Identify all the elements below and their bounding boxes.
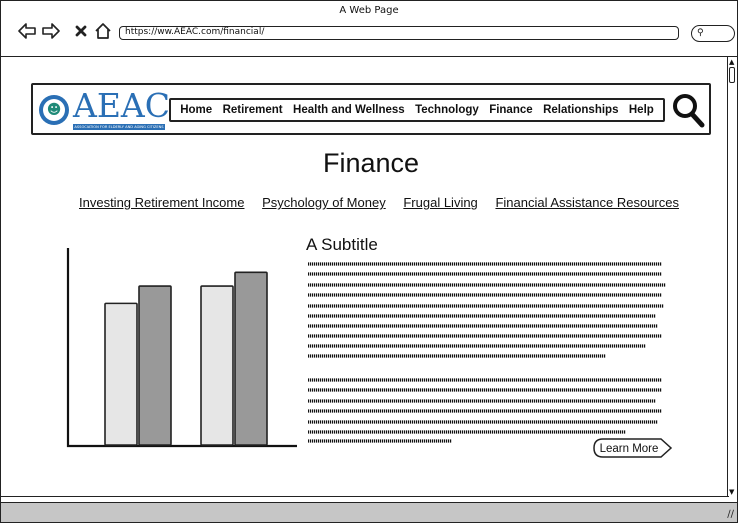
status-bar: ∕∕ xyxy=(1,502,737,522)
page-title: Finance xyxy=(322,148,420,178)
browser-window: A Web Page https://ww.AEAC.com/financial… xyxy=(0,0,738,523)
link-financial-assistance-resources[interactable]: Financial Assistance Resources xyxy=(495,195,679,215)
browser-toolbar: https://ww.AEAC.com/financial/ ⚲ xyxy=(1,19,737,49)
resize-grip-icon[interactable]: ∕∕ xyxy=(727,509,734,520)
site-header: ☻ AEAC ASSOCIATION FOR ELDERLY AND AGING… xyxy=(31,83,711,135)
paragraph-placeholder-1 xyxy=(308,262,666,358)
scroll-up-arrow-icon[interactable]: ▲ xyxy=(729,58,734,66)
nav-item-retirement[interactable]: Retirement xyxy=(223,104,283,116)
link-investing-retirement-income[interactable]: Investing Retirement Income xyxy=(79,195,244,215)
toolbar-divider xyxy=(1,56,737,57)
content-bottom-divider xyxy=(1,496,729,497)
logo-tagline: ASSOCIATION FOR ELDERLY AND AGING CITIZE… xyxy=(73,124,165,130)
bar-chart xyxy=(66,248,297,448)
vertical-scrollbar[interactable]: ▲ ▼ xyxy=(727,57,737,497)
scrollbar-thumb[interactable] xyxy=(729,67,735,83)
chart-bar xyxy=(104,302,138,446)
finance-subnav: Investing Retirement Income Psychology o… xyxy=(79,195,679,215)
browser-search-field[interactable]: ⚲ xyxy=(691,25,735,42)
close-icon[interactable] xyxy=(71,21,91,41)
chart-bar xyxy=(234,271,268,446)
nav-item-home[interactable]: Home xyxy=(180,104,212,116)
back-arrow-icon[interactable] xyxy=(17,21,37,41)
nav-item-health-and-wellness[interactable]: Health and Wellness xyxy=(293,104,405,116)
scroll-down-arrow-icon[interactable]: ▼ xyxy=(729,488,734,496)
window-title: A Web Page xyxy=(339,5,399,16)
forward-arrow-icon[interactable] xyxy=(41,21,61,41)
nav-item-relationships[interactable]: Relationships xyxy=(543,104,618,116)
nav-item-help[interactable]: Help xyxy=(629,104,654,116)
link-psychology-of-money[interactable]: Psychology of Money xyxy=(262,195,386,215)
nav-item-finance[interactable]: Finance xyxy=(489,104,532,116)
logo-emblem-icon: ☻ xyxy=(39,95,69,125)
address-bar[interactable]: https://ww.AEAC.com/financial/ xyxy=(119,26,679,40)
search-icon: ⚲ xyxy=(697,28,704,38)
home-icon[interactable] xyxy=(93,21,113,41)
site-search-icon[interactable] xyxy=(671,91,705,129)
nav-item-technology[interactable]: Technology xyxy=(415,104,479,116)
content-subtitle: A Subtitle xyxy=(306,235,378,254)
link-frugal-living[interactable]: Frugal Living xyxy=(403,195,477,215)
paragraph-placeholder-2 xyxy=(308,378,662,443)
learn-more-label: Learn More xyxy=(600,443,659,455)
chart-bar xyxy=(200,285,234,446)
logo-name: AEAC xyxy=(73,86,171,125)
learn-more-button[interactable]: Learn More xyxy=(593,438,673,458)
chart-bar xyxy=(138,285,172,446)
main-nav: Home Retirement Health and Wellness Tech… xyxy=(169,98,665,122)
site-logo[interactable]: ☻ AEAC ASSOCIATION FOR ELDERLY AND AGING… xyxy=(39,87,170,131)
